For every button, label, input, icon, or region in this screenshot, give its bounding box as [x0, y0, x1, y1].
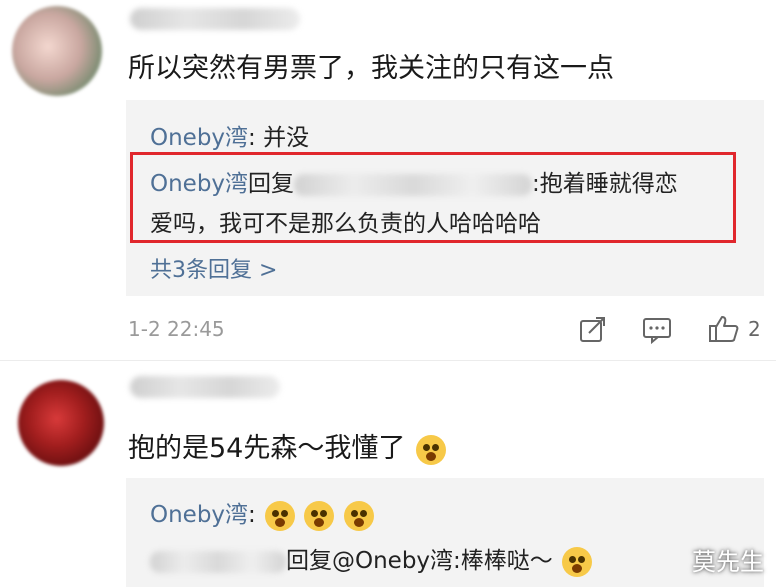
username-blurred[interactable]	[130, 8, 300, 30]
reply-text: : 并没	[248, 125, 310, 151]
scared-emoji-icon	[265, 500, 296, 531]
reply-text: :抱着睡就得恋	[532, 171, 678, 197]
timestamp: 1-2 22:45	[128, 317, 225, 341]
comment-icon[interactable]	[642, 316, 672, 344]
avatar[interactable]	[18, 380, 104, 466]
reply-line: Oneby湾:	[150, 495, 374, 531]
avatar[interactable]	[12, 6, 102, 96]
forward-icon[interactable]	[578, 316, 608, 344]
scared-emoji-icon	[304, 500, 335, 531]
grin-emoji-icon	[562, 546, 593, 577]
reply-nickname[interactable]: Oneby湾	[150, 171, 248, 197]
reply-nickname[interactable]: Oneby湾	[150, 502, 248, 528]
like-icon[interactable]	[708, 314, 740, 344]
reply-line: Oneby湾: 并没	[150, 118, 309, 152]
reply-nickname[interactable]: Oneby湾	[150, 125, 248, 151]
reply-line-highlight: Oneby湾回复 :抱着睡就得恋	[150, 164, 678, 198]
comment-text: 所以突然有男票了，我关注的只有这一点	[128, 53, 614, 84]
blurred-username	[294, 173, 533, 196]
username-blurred[interactable]	[130, 376, 280, 398]
reply-line: 回复@Oneby湾:棒棒哒～	[150, 541, 593, 577]
watermark: 莫先生	[692, 548, 764, 576]
more-replies-link[interactable]: 共3条回复 >	[150, 252, 277, 284]
reply-line-continued: 爱吗，我可不是那么负责的人哈哈哈哈	[150, 211, 541, 237]
reply-label: 回复	[248, 171, 295, 197]
reply-text: :	[248, 502, 256, 528]
scared-emoji-icon	[343, 500, 374, 531]
comment-text: 抱的是54先森～我懂了	[128, 426, 446, 465]
shocked-emoji-icon	[415, 434, 446, 465]
reply-text: 回复@Oneby湾:棒棒哒～	[286, 548, 553, 574]
blurred-username	[150, 550, 286, 573]
like-count: 2	[748, 317, 761, 341]
divider	[0, 360, 776, 361]
